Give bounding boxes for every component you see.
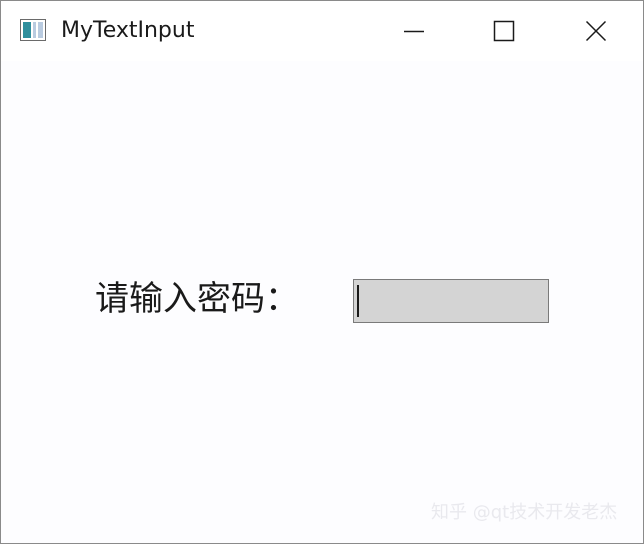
app-icon bbox=[20, 19, 46, 41]
minimize-button[interactable] bbox=[369, 1, 459, 61]
minimize-icon bbox=[404, 30, 424, 33]
watermark-text: 知乎 @qt技术开发老杰 bbox=[431, 502, 618, 523]
close-icon bbox=[585, 20, 607, 42]
title-bar[interactable]: MyTextInput bbox=[1, 1, 643, 61]
maximize-button[interactable] bbox=[459, 1, 549, 61]
maximize-icon bbox=[493, 20, 515, 42]
client-area: 请输入密码： 知乎 @qt技术开发老杰 bbox=[1, 61, 643, 543]
text-caret bbox=[357, 285, 359, 317]
password-input[interactable] bbox=[353, 279, 549, 323]
app-window: MyTextInput 请输入密码： 知乎 @qt技术开发老杰 bbox=[0, 0, 644, 544]
window-title: MyTextInput bbox=[61, 18, 195, 43]
close-button[interactable] bbox=[551, 1, 641, 61]
password-label: 请输入密码： bbox=[95, 279, 299, 319]
